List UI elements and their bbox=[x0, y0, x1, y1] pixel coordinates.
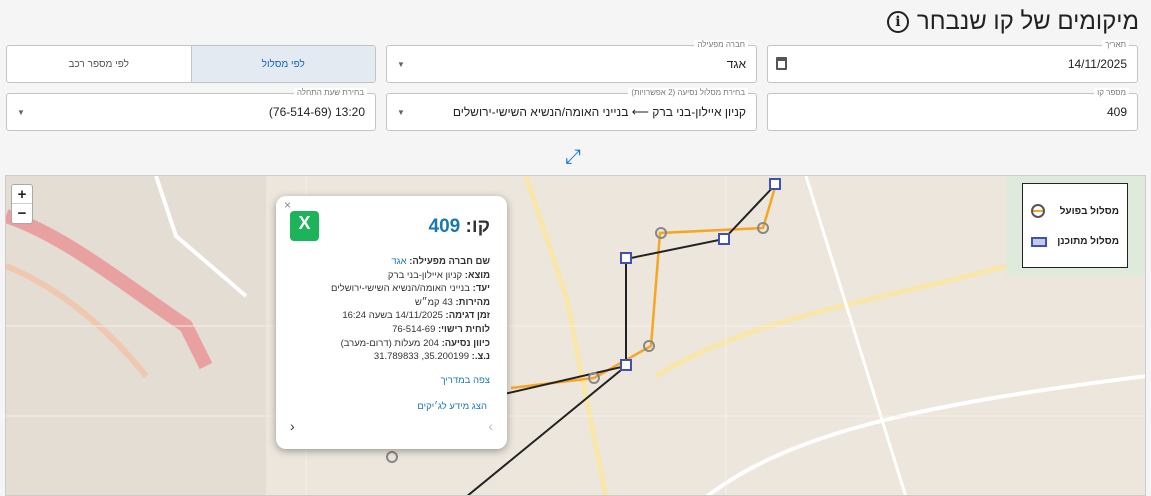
bus-info-popup: × X קו: 409 שם חברה מפעילה: אגד מוצא: קנ… bbox=[276, 196, 507, 449]
guide-link[interactable]: צפה במדריך bbox=[440, 375, 490, 386]
map-legend: מסלול בפועל מסלול מתוכנן bbox=[1022, 183, 1128, 268]
zoom-out-button[interactable]: − bbox=[12, 204, 32, 223]
zoom-control: + − bbox=[11, 184, 33, 224]
page-title: מיקומים של קו שנבחר i bbox=[886, 8, 1139, 36]
map[interactable]: + − מסלול בפועל מסלול מתוכנן × X קו: 409… bbox=[5, 175, 1146, 496]
gigs-info-link[interactable]: הצג מידע לג׳יקים bbox=[417, 401, 487, 412]
close-icon[interactable]: × bbox=[284, 198, 291, 212]
map-tiles bbox=[6, 176, 1145, 495]
line-number-field[interactable]: מספר קו 409 bbox=[767, 88, 1138, 131]
expand-icon[interactable]: ⤢ bbox=[565, 146, 581, 169]
operator-select[interactable]: חברה מפעילה אגד ▼ bbox=[386, 40, 757, 83]
dropdown-arrow-icon: ▼ bbox=[17, 108, 25, 117]
dropdown-arrow-icon: ▼ bbox=[397, 60, 405, 69]
next-arrow-icon[interactable]: › bbox=[488, 418, 493, 434]
planned-route-icon bbox=[1031, 236, 1047, 247]
actual-route-icon bbox=[1031, 204, 1045, 218]
dropdown-arrow-icon: ▼ bbox=[397, 108, 405, 117]
mode-route-button[interactable]: לפי מסלול bbox=[190, 46, 375, 82]
start-time-select[interactable]: בחירת שעת התחלה 13:20 (76-514-69) ▼ bbox=[6, 88, 376, 131]
mode-toggle: לפי מספר רכב לפי מסלול bbox=[6, 45, 376, 83]
route-select[interactable]: בחירת מסלול נסיעה (2 אפשרויות) קניון איי… bbox=[386, 88, 757, 131]
popup-line-title: קו: 409 bbox=[428, 216, 490, 237]
zoom-in-button[interactable]: + bbox=[12, 185, 32, 204]
prev-arrow-icon[interactable]: ‹ bbox=[290, 418, 295, 434]
info-icon[interactable]: i bbox=[886, 11, 909, 33]
date-field[interactable]: תאריך 14/11/2025 bbox=[767, 40, 1138, 83]
calendar-icon[interactable] bbox=[776, 57, 787, 70]
popup-details: שם חברה מפעילה: אגד מוצא: קניון איילון-ב… bbox=[330, 256, 490, 363]
bus-icon: X bbox=[290, 211, 319, 241]
mode-vehicle-button[interactable]: לפי מספר רכב bbox=[7, 46, 191, 82]
